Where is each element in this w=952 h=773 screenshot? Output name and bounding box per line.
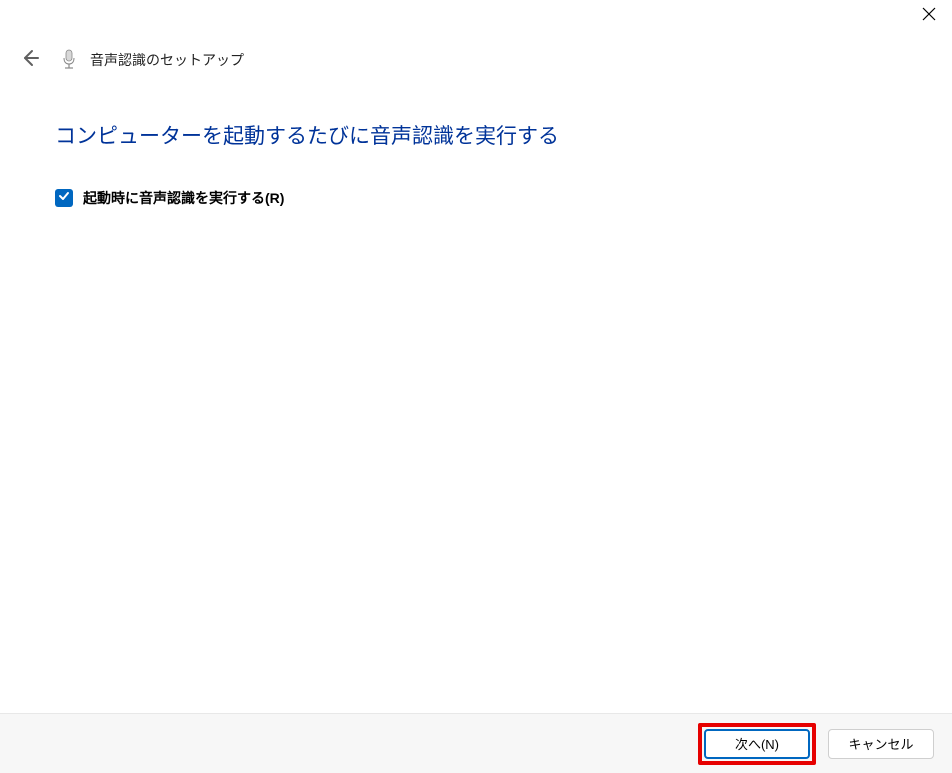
check-icon xyxy=(58,189,70,207)
close-button[interactable] xyxy=(906,0,952,32)
next-button-highlight: 次へ(N) xyxy=(698,723,816,765)
titlebar xyxy=(906,0,952,32)
run-at-startup-option[interactable]: 起動時に音声認識を実行する(R) xyxy=(55,188,912,208)
wizard-header: 音声認識のセットアップ xyxy=(18,48,244,72)
cancel-button[interactable]: キャンセル xyxy=(828,729,934,759)
microphone-icon xyxy=(60,48,78,72)
wizard-footer: 次へ(N) キャンセル xyxy=(0,713,952,773)
page-heading: コンピューターを起動するたびに音声認識を実行する xyxy=(55,120,912,150)
back-button[interactable] xyxy=(18,48,42,72)
close-icon xyxy=(922,7,936,26)
run-at-startup-label[interactable]: 起動時に音声認識を実行する(R) xyxy=(83,188,284,208)
next-button[interactable]: 次へ(N) xyxy=(704,729,810,759)
run-at-startup-checkbox[interactable] xyxy=(55,189,73,207)
arrow-left-icon xyxy=(20,48,40,73)
wizard-title: 音声認識のセットアップ xyxy=(90,50,244,70)
wizard-content: コンピューターを起動するたびに音声認識を実行する 起動時に音声認識を実行する(R… xyxy=(55,120,912,208)
